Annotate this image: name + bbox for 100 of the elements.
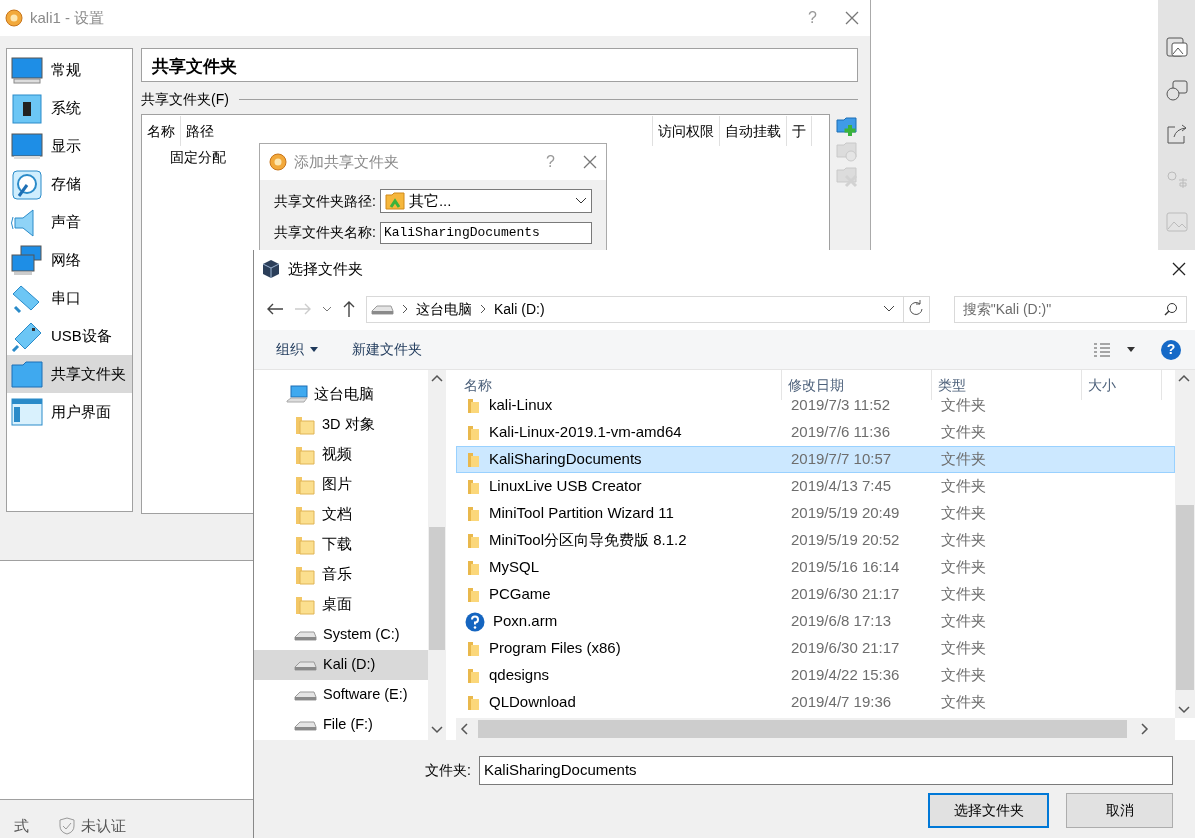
- file-name: MiniTool Partition Wizard 11: [489, 503, 674, 524]
- modified-date: 2019/6/30 21:17: [790, 638, 901, 659]
- settings-item[interactable]: 存储: [7, 165, 132, 203]
- chevron-icon[interactable]: [882, 305, 895, 313]
- address-bar[interactable]: 这台电脑 Kali (D:): [366, 295, 930, 323]
- back-arrow-icon[interactable]: [266, 302, 284, 316]
- close-icon[interactable]: [1171, 261, 1187, 277]
- file-row[interactable]: MiniTool分区向导免费版 8.1.2 2019/5/19 20:52 文件夹: [456, 527, 1175, 554]
- file-type: 文件夹: [940, 557, 987, 578]
- chevron-icon: [575, 197, 587, 205]
- gear-icon: [268, 152, 288, 172]
- folder-add-icon[interactable]: [836, 116, 858, 138]
- gear-icon: [4, 8, 24, 28]
- monitor-icon: [11, 130, 43, 162]
- list-view-icon: [1093, 341, 1111, 358]
- scrollbar-thumb[interactable]: [1176, 505, 1194, 690]
- scrollbar-thumb[interactable]: [429, 527, 445, 650]
- file-name: Program Files (x86): [489, 638, 621, 659]
- help-button[interactable]: ?: [1161, 339, 1181, 360]
- settings-item[interactable]: 共享文件夹: [7, 355, 132, 393]
- dialog-title: 添加共享文件夹: [294, 151, 399, 172]
- tree-item[interactable]: Software (E:): [254, 680, 428, 710]
- organize-button[interactable]: 组织: [276, 339, 318, 360]
- up-arrow-icon[interactable]: [342, 300, 356, 318]
- shield-icon: [59, 817, 75, 835]
- path-dropdown[interactable]: 其它...: [379, 189, 592, 213]
- question-circle-icon: [465, 611, 485, 632]
- settings-item[interactable]: 系统: [7, 89, 132, 127]
- new-folder-button[interactable]: 新建文件夹: [352, 339, 422, 360]
- search-field[interactable]: 搜索"Kali (D:)": [953, 295, 1187, 323]
- tree-item[interactable]: Kali (D:): [254, 650, 428, 680]
- drive-icon: [294, 629, 317, 641]
- modified-date: 2019/4/22 15:36: [790, 665, 901, 686]
- caret-icon: [310, 347, 318, 352]
- tree-item[interactable]: 这台电脑: [254, 380, 428, 410]
- image-stack-icon[interactable]: [1164, 34, 1189, 58]
- file-name: MySQL: [489, 557, 539, 578]
- file-row[interactable]: LinuxLive USB Creator 2019/4/13 7:45 文件夹: [456, 473, 1175, 500]
- file-name: QLDownload: [489, 692, 576, 713]
- monitor-icon: [11, 54, 43, 86]
- column-header[interactable]: 大小: [1082, 370, 1162, 400]
- tree-item[interactable]: 视频: [254, 440, 428, 470]
- file-row[interactable]: Poxn.arm 2019/6/8 17:13 文件夹: [456, 608, 1175, 635]
- settings-item[interactable]: 声音: [7, 203, 132, 241]
- search-icon: [1164, 302, 1178, 316]
- column-header[interactable]: 于: [787, 116, 812, 146]
- chevron-right-icon: [402, 304, 408, 314]
- modified-date: 2019/7/7 10:57: [790, 449, 893, 470]
- settings-item[interactable]: 串口: [7, 279, 132, 317]
- folder-icon: [294, 565, 316, 585]
- breadcrumb-item[interactable]: 这台电脑: [416, 298, 472, 320]
- column-header[interactable]: 名称: [142, 116, 181, 146]
- settings-item[interactable]: 常规: [7, 51, 132, 89]
- settings-item[interactable]: 用户界面: [7, 393, 132, 431]
- folder-icon: [465, 586, 481, 603]
- file-row[interactable]: Program Files (x86) 2019/6/30 21:17 文件夹: [456, 635, 1175, 662]
- name-field[interactable]: KaliSharingDocuments: [379, 221, 592, 244]
- tree-item[interactable]: 3D 对象: [254, 410, 428, 440]
- drive-icon: [294, 659, 317, 671]
- cancel-button[interactable]: 取消: [1066, 793, 1173, 828]
- breadcrumb-item[interactable]: Kali (D:): [494, 298, 545, 320]
- scrollbar-thumb[interactable]: [478, 720, 1127, 738]
- tree-item[interactable]: System (C:): [254, 620, 428, 650]
- column-header[interactable]: 自动挂载: [720, 116, 787, 146]
- folder-icon: [384, 192, 405, 210]
- file-row[interactable]: QLDownload 2019/4/7 19:36 文件夹: [456, 689, 1175, 716]
- select-folder-button[interactable]: 选择文件夹: [928, 793, 1049, 828]
- folder-icon: [465, 559, 481, 576]
- column-header[interactable]: 访问权限: [653, 116, 720, 146]
- chevron-right-icon: [480, 304, 486, 314]
- group-row[interactable]: 固定分配: [170, 149, 226, 165]
- file-row[interactable]: PCGame 2019/6/30 21:17 文件夹: [456, 581, 1175, 608]
- file-row[interactable]: Kali-Linux-2019.1-vm-amd64 2019/7/6 11:36 文件夹: [456, 419, 1175, 446]
- file-row[interactable]: MiniTool Partition Wizard 11 2019/5/19 20:49 文件夹: [456, 500, 1175, 527]
- file-row[interactable]: KaliSharingDocuments 2019/7/7 10:57 文件夹: [456, 446, 1175, 473]
- file-row[interactable]: qdesigns 2019/4/22 15:36 文件夹: [456, 662, 1175, 689]
- field-label: 共享文件夹名称:: [274, 223, 376, 242]
- folder-icon: [465, 397, 481, 414]
- chevron-icon[interactable]: [322, 306, 332, 312]
- tree-item[interactable]: 图片: [254, 470, 428, 500]
- settings-item[interactable]: 显示: [7, 127, 132, 165]
- settings-item[interactable]: USB设备: [7, 317, 132, 355]
- view-button[interactable]: [1093, 341, 1135, 358]
- folder-field[interactable]: KaliSharingDocuments: [479, 756, 1173, 785]
- column-header[interactable]: 修改日期: [782, 370, 932, 400]
- tree-item[interactable]: 文档: [254, 500, 428, 530]
- settings-item[interactable]: 网络: [7, 241, 132, 279]
- tree-item[interactable]: File (F:): [254, 710, 428, 740]
- tree-item[interactable]: 音乐: [254, 560, 428, 590]
- modified-date: 2019/4/13 7:45: [790, 476, 893, 497]
- network-icon: [11, 244, 43, 276]
- modified-date: 2019/5/19 20:52: [790, 530, 901, 551]
- share-icon[interactable]: [1164, 122, 1189, 146]
- shapes-icon[interactable]: [1164, 78, 1189, 102]
- tree-item[interactable]: 桌面: [254, 590, 428, 620]
- file-row[interactable]: MySQL 2019/5/16 16:14 文件夹: [456, 554, 1175, 581]
- file-name: LinuxLive USB Creator: [489, 476, 642, 497]
- folder-icon: [294, 445, 316, 465]
- tree-item[interactable]: 下载: [254, 530, 428, 560]
- file-type: 文件夹: [940, 638, 987, 659]
